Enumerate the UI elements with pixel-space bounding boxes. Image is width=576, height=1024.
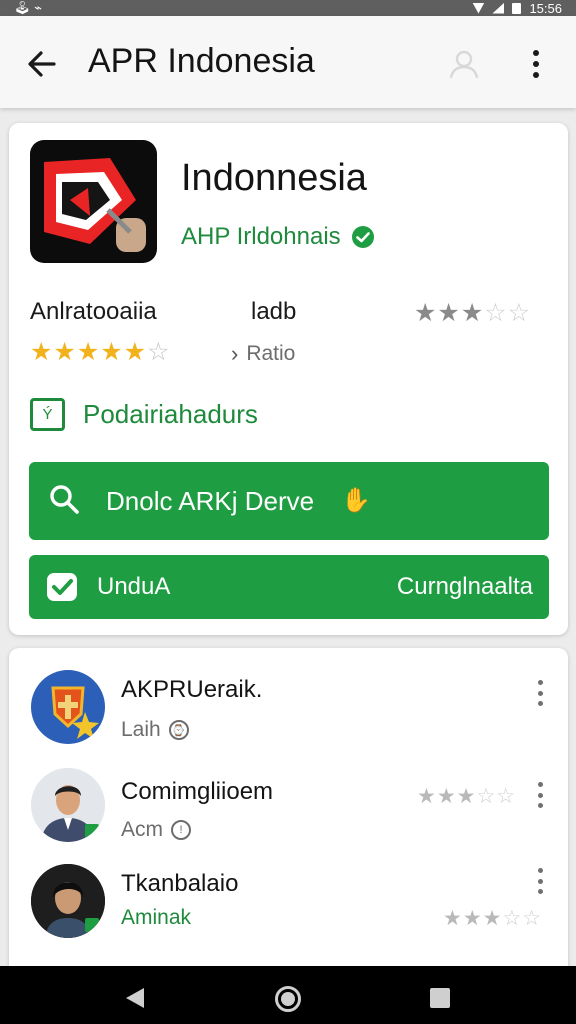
app-name: Indonnesia: [181, 157, 367, 199]
status-bar: 🕹 ⌁ 15:56: [0, 0, 576, 16]
nav-recents-icon[interactable]: [430, 988, 450, 1008]
app-logo: [30, 140, 157, 263]
related-list-card: AKPRUeraik. Laih ⌚ Comimgliioem Acm ! ★★…: [9, 648, 568, 978]
secondary-action-button[interactable]: UnduA Curnglnaalta: [29, 555, 549, 619]
clock-icon: ⌚: [168, 720, 189, 740]
permissions-row[interactable]: Ý Podairiahadurs: [30, 398, 258, 431]
battery-icon: [512, 2, 522, 14]
avatar: [31, 864, 105, 938]
list-item-subtitle: Laih: [121, 718, 161, 741]
status-left-icons: 🕹 ⌁: [14, 0, 42, 15]
stat-left-label: Anlratooaiia: [30, 298, 157, 325]
app-bar: APR Indonesia: [0, 16, 576, 108]
left-star-rating: ★★★★★☆: [30, 338, 171, 366]
developer-name: AHP Irldohnais: [181, 223, 341, 250]
avatar: [31, 768, 105, 842]
person-photo: [31, 864, 105, 938]
list-item-subtitle: Aminak: [121, 906, 192, 929]
list-item-name: Comimgliioem: [121, 778, 274, 805]
list-item[interactable]: Tkanbalaio Aminak ★★★☆☆: [9, 864, 568, 960]
list-item-rating: ★★★☆☆: [443, 907, 543, 930]
chevron-right-icon: ›: [231, 341, 239, 366]
app-logo-graphic: [44, 158, 146, 252]
search-icon: [50, 485, 79, 514]
account-icon[interactable]: [446, 46, 482, 82]
developer-link[interactable]: AHP Irldohnais: [181, 223, 375, 251]
secondary-button-right-label: Curnglnaalta: [396, 573, 533, 600]
nav-back-icon[interactable]: [124, 986, 146, 1010]
check-badge-icon: [47, 573, 77, 601]
wifi-icon: [472, 2, 485, 14]
list-item[interactable]: Comimgliioem Acm ! ★★★☆☆: [9, 768, 568, 864]
avatar: [31, 670, 105, 744]
status-right: 15:56: [472, 1, 562, 16]
tap-hand-icon: ✋: [341, 487, 371, 514]
alert-icon: !: [171, 820, 191, 840]
status-time: 15:56: [529, 0, 562, 16]
ratio-label-row: › Ratio: [231, 341, 295, 367]
list-item-subtitle: Acm: [121, 818, 163, 841]
permission-icon: Ý: [30, 398, 65, 431]
right-star-rating: ★★★☆☆: [414, 299, 532, 327]
stat-middle-label: ladb: [251, 298, 297, 325]
more-options-icon[interactable]: [535, 782, 545, 808]
list-item[interactable]: AKPRUeraik. Laih ⌚: [9, 670, 568, 766]
secondary-button-left-label: UnduA: [97, 573, 171, 600]
list-item-rating: ★★★☆☆: [417, 785, 517, 808]
app-details-card: Indonnesia AHP Irldohnais Anlratooaiia l…: [9, 123, 568, 635]
nav-home-icon[interactable]: [275, 986, 301, 1012]
more-options-icon[interactable]: [526, 46, 546, 82]
signal-icon: [492, 2, 505, 14]
page-title: APR Indonesia: [88, 42, 315, 80]
list-item-name: Tkanbalaio: [121, 870, 239, 897]
system-nav-bar: [0, 966, 576, 1024]
permissions-label: Podairiahadurs: [83, 399, 258, 429]
download-button-label: Dnolc ARKj Derve: [106, 486, 315, 516]
download-button[interactable]: Dnolc ARKj Derve ✋: [29, 462, 549, 540]
more-options-icon[interactable]: [535, 680, 545, 706]
list-item-subtitle-row: Laih ⌚: [121, 718, 189, 742]
ratio-label: Ratio: [246, 342, 296, 365]
list-item-name: AKPRUeraik.: [121, 676, 263, 703]
person-photo: [31, 768, 105, 842]
back-arrow-icon[interactable]: [24, 46, 60, 82]
more-options-icon[interactable]: [535, 868, 545, 894]
verified-check-icon: [351, 226, 374, 248]
list-item-subtitle-row: Acm !: [121, 818, 191, 842]
shield-cross-icon: [51, 686, 99, 739]
